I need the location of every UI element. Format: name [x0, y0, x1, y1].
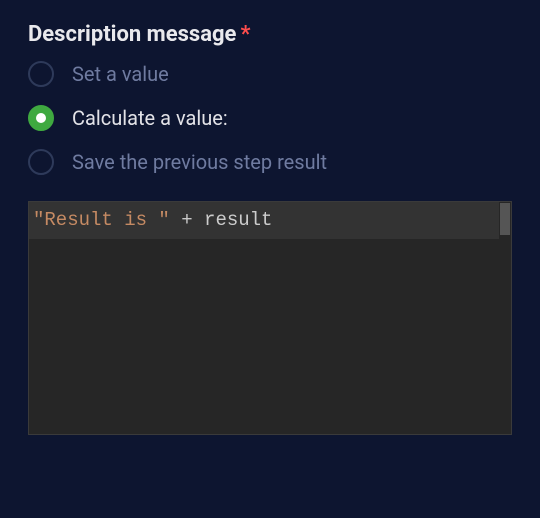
required-indicator: * [240, 22, 250, 47]
radio-circle-icon [28, 149, 54, 175]
code-content: "Result is " + result [29, 202, 499, 239]
field-label-text: Description message [28, 22, 236, 47]
radio-option-calculate-value[interactable]: Calculate a value: [28, 105, 512, 131]
scrollbar[interactable] [499, 202, 511, 434]
radio-label: Calculate a value: [72, 106, 228, 130]
field-label: Description message* [28, 22, 512, 47]
value-mode-radio-group: Set a value Calculate a value: Save the … [28, 61, 512, 175]
code-editor[interactable]: "Result is " + result [28, 201, 512, 435]
radio-label: Save the previous step result [72, 150, 327, 174]
code-line: "Result is " + result [29, 202, 499, 239]
code-token-operator: + [170, 209, 204, 231]
radio-circle-icon [28, 105, 54, 131]
radio-option-set-value[interactable]: Set a value [28, 61, 512, 87]
radio-label: Set a value [72, 62, 169, 86]
radio-circle-icon [28, 61, 54, 87]
radio-option-save-previous[interactable]: Save the previous step result [28, 149, 512, 175]
code-token-identifier: result [204, 209, 272, 231]
code-token-string: "Result is " [33, 209, 170, 231]
